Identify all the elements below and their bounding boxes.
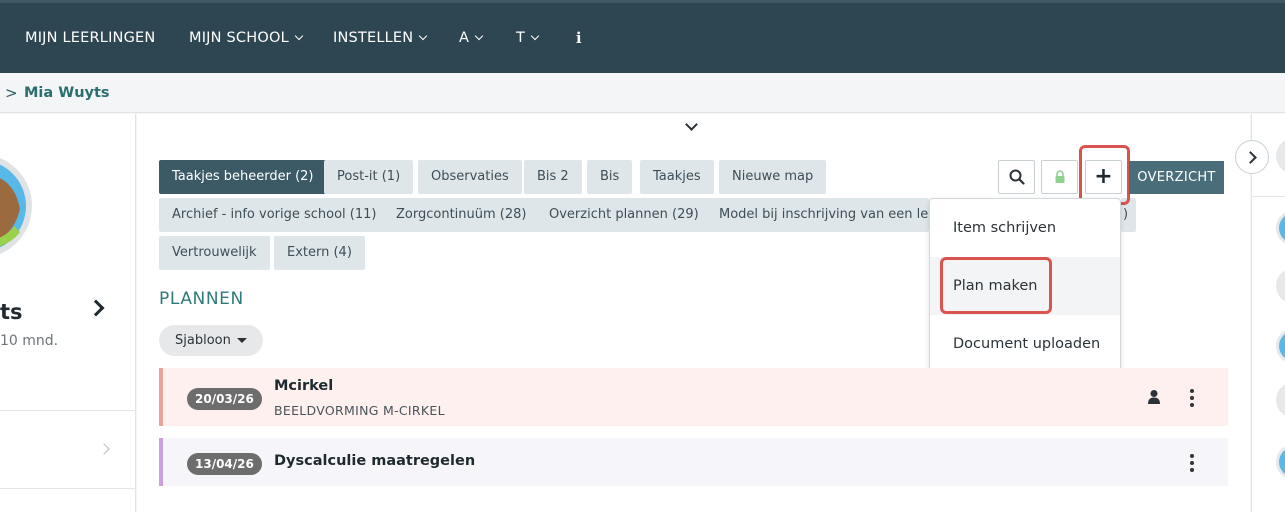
tag-nieuwe-map[interactable]: Nieuwe map [719, 160, 827, 194]
student-age-fragment: 10 mnd. [0, 333, 59, 349]
date-badge: 20/03/26 [187, 388, 262, 410]
right-panel [1251, 114, 1285, 512]
nav-label: INSTELLEN [333, 30, 414, 46]
expand-panel-button[interactable] [1235, 140, 1269, 174]
tag-bis-2[interactable]: Bis 2 [524, 160, 582, 194]
tag-observaties[interactable]: Observaties [418, 160, 522, 194]
nav-instellen[interactable]: INSTELLEN [333, 30, 428, 46]
tag-taakjes[interactable]: Taakjes [640, 160, 714, 194]
avatar-list [1276, 140, 1285, 478]
date-badge: 13/04/26 [187, 453, 262, 475]
tag-archief[interactable]: Archief - info vorige school (11) [159, 198, 390, 232]
search-button[interactable] [998, 160, 1035, 194]
plan-row[interactable]: 20/03/26 Mcirkel BEELDVORMING M-CIRKEL [159, 368, 1228, 426]
section-title: PLANNEN [159, 289, 244, 309]
menu-item-document-uploaden[interactable]: Document uploaden [930, 315, 1120, 373]
plan-row[interactable]: 13/04/26 Dyscalculie maatregelen [159, 438, 1228, 486]
plan-subtitle: BEELDVORMING M-CIRKEL [274, 403, 445, 418]
student-panel: ts 10 mnd. [0, 114, 136, 512]
tag-bis[interactable]: Bis [587, 160, 633, 194]
chevron-down-icon [474, 31, 484, 41]
nav-label: MIJN LEERLINGEN [25, 30, 156, 46]
collapse-chevron-icon[interactable] [685, 118, 698, 131]
nav-user-a[interactable]: A [459, 30, 484, 46]
sjabloon-filter[interactable]: Sjabloon [159, 325, 263, 356]
tag-post-it[interactable]: Post-it (1) [324, 160, 414, 194]
breadcrumb-separator: > [5, 84, 18, 102]
plan-title[interactable]: Dyscalculie maatregelen [274, 453, 475, 469]
tag-model-inschrijving[interactable]: Model bij inschrijving van een leerl [706, 198, 929, 232]
highlight-add-button [1079, 145, 1130, 205]
overzicht-button[interactable]: OVERZICHT [1129, 161, 1224, 194]
lock-icon [1055, 170, 1064, 183]
tag-overzicht-plannen[interactable]: Overzicht plannen (29) [536, 198, 712, 232]
lock-button[interactable] [1041, 160, 1078, 194]
nav-mijn-school[interactable]: MIJN SCHOOL [189, 30, 304, 46]
chevron-down-icon [294, 31, 304, 41]
more-options-icon[interactable] [1190, 389, 1194, 407]
caret-down-icon [237, 338, 247, 343]
chevron-right-icon [1244, 151, 1257, 164]
menu-item-schrijven[interactable]: Item schrijven [930, 199, 1120, 257]
tag-vertrouwelijk[interactable]: Vertrouwelijk [159, 236, 270, 270]
chevron-down-icon [419, 31, 428, 41]
top-navigation: MIJN LEERLINGEN MIJN SCHOOL INSTELLEN A … [0, 0, 1285, 73]
tag-zorgcontinuum[interactable]: Zorgcontinuüm (28) [383, 198, 540, 232]
divider [0, 488, 136, 489]
plan-title[interactable]: Mcirkel [274, 378, 333, 394]
chevron-down-icon [530, 31, 540, 41]
sjabloon-label: Sjabloon [175, 333, 231, 348]
nav-label: T [516, 30, 526, 46]
more-options-icon[interactable] [1190, 454, 1194, 472]
breadcrumb-student-name[interactable]: Mia Wuyts [24, 85, 110, 101]
breadcrumb [0, 73, 1285, 113]
nav-user-t[interactable]: T [516, 30, 540, 46]
highlight-plan-maken [940, 257, 1052, 314]
nav-label: A [459, 30, 470, 46]
search-icon [1009, 169, 1025, 185]
divider [0, 410, 136, 411]
person-icon [1148, 390, 1160, 404]
tag-taakjes-beheerder[interactable]: Taakjes beheerder (2) [159, 160, 327, 194]
info-icon[interactable]: i [576, 30, 582, 47]
nav-mijn-leerlingen[interactable]: MIJN LEERLINGEN [25, 30, 155, 46]
nav-label: MIJN SCHOOL [189, 30, 289, 46]
tag-extern[interactable]: Extern (4) [274, 236, 365, 270]
student-name-fragment: ts [0, 300, 23, 324]
